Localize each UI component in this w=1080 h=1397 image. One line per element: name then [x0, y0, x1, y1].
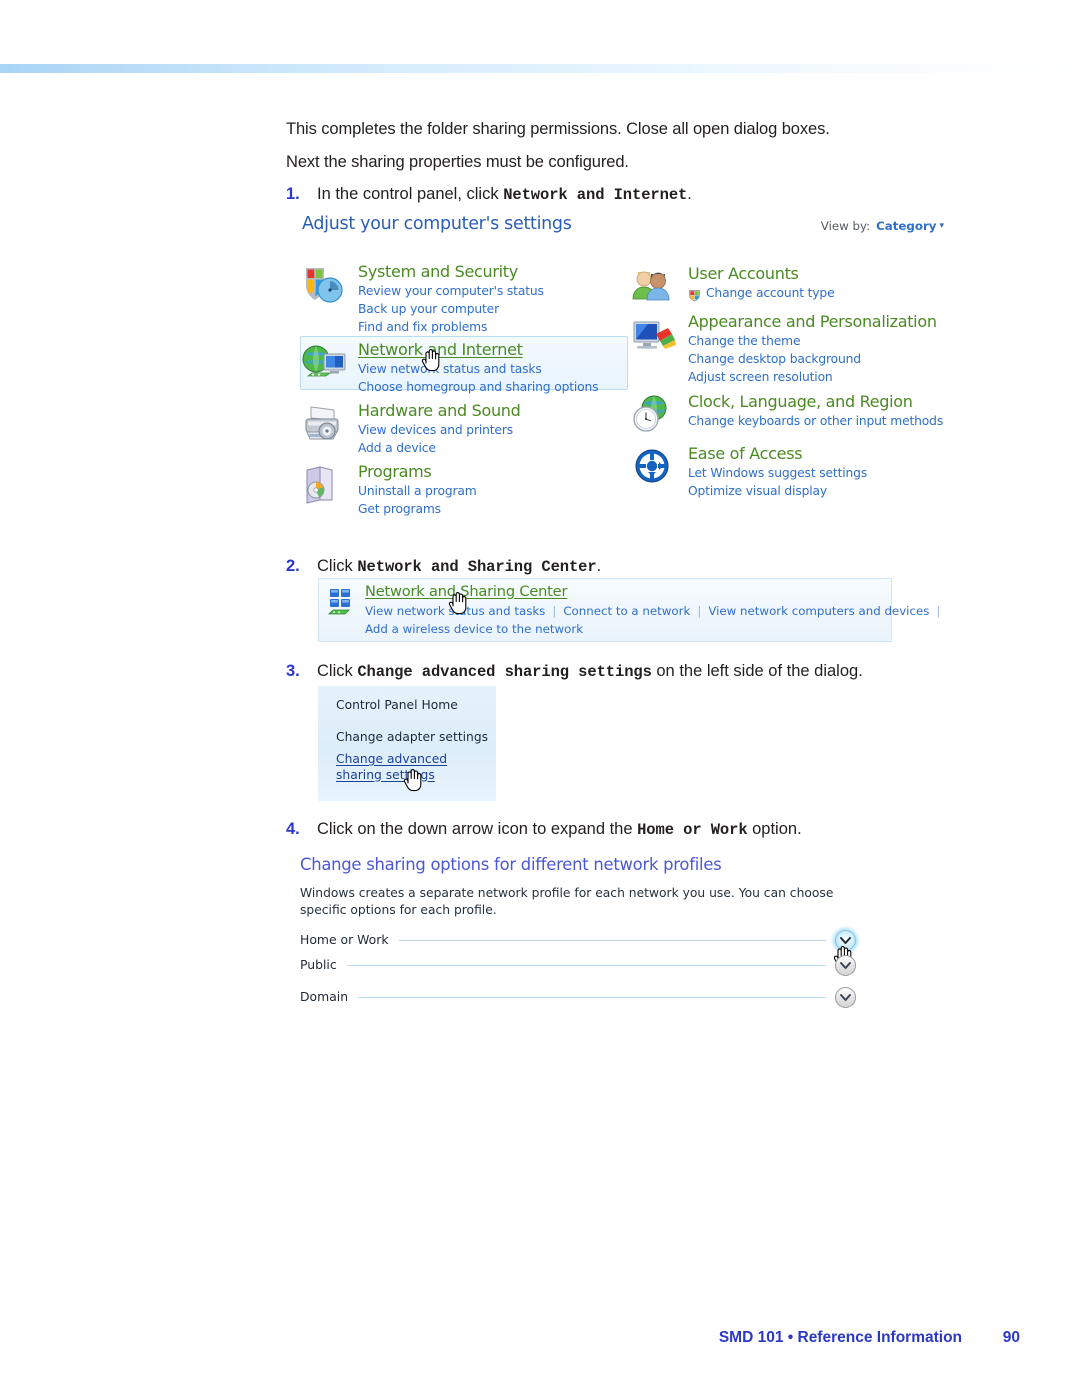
sidebar-item-change-advanced-sharing-settings[interactable]: Change advanced sharing settings: [336, 752, 486, 783]
profile-label: Home or Work: [300, 932, 389, 947]
advanced-sharing-description: Windows creates a separate network profi…: [300, 886, 834, 917]
category-link[interactable]: Choose homegroup and sharing options: [358, 380, 599, 394]
step-3: 3. Click Change advanced sharing settings…: [286, 661, 863, 682]
printer-icon: [300, 403, 350, 447]
category-link[interactable]: Let Windows suggest settings: [688, 466, 867, 480]
step-2-number: 2.: [286, 557, 300, 575]
network-tiles-icon: [327, 587, 361, 619]
category-heading[interactable]: System and Security: [358, 262, 518, 281]
chevron-down-icon: ▾: [939, 221, 944, 231]
category-link[interactable]: Change desktop background: [688, 352, 861, 366]
step-1-text-pre: In the control panel, click: [317, 185, 504, 203]
step-1-text-post: .: [687, 185, 692, 203]
category-heading[interactable]: Programs: [358, 462, 432, 481]
control-panel-title: Adjust your computer's settings: [302, 214, 572, 234]
category-link[interactable]: Back up your computer: [358, 302, 499, 316]
category-heading[interactable]: Appearance and Personalization: [688, 312, 937, 331]
step-4-number: 4.: [286, 820, 300, 838]
users-icon: [630, 266, 680, 310]
category-link[interactable]: Uninstall a program: [358, 484, 477, 498]
chevron-down-icon[interactable]: [835, 930, 856, 951]
chevron-down-icon[interactable]: [835, 955, 856, 976]
profile-row-home-or-work[interactable]: Home or Work: [300, 930, 856, 969]
control-panel-sidebar-screenshot: Control Panel Home Change adapter settin…: [318, 686, 496, 801]
uac-shield-icon: [688, 287, 701, 306]
profile-row-domain[interactable]: Domain: [300, 987, 856, 1011]
control-panel-screenshot: Adjust your computer's settings View by:…: [286, 208, 946, 518]
step-1: 1. In the control panel, click Network an…: [286, 184, 692, 205]
step-2-code: Network and Sharing Center: [357, 558, 597, 576]
sidebar-item-control-panel-home[interactable]: Control Panel Home: [336, 698, 458, 712]
step-4-text-post: option.: [747, 820, 802, 838]
view-by-value: Category: [876, 219, 937, 233]
step-3-number: 3.: [286, 662, 300, 680]
category-heading[interactable]: User Accounts: [688, 264, 799, 283]
category-link[interactable]: Adjust screen resolution: [688, 370, 833, 384]
step-3-text-pre: Click: [317, 662, 358, 680]
sidebar-item-change-adapter-settings[interactable]: Change adapter settings: [336, 730, 488, 744]
step-1-number: 1.: [286, 185, 300, 203]
network-sharing-center-task-row-2: Add a wireless device to the network: [365, 622, 583, 636]
task-link[interactable]: View network status and tasks: [365, 604, 545, 618]
category-link[interactable]: View devices and printers: [358, 423, 513, 437]
advanced-sharing-title: Change sharing options for different net…: [300, 855, 722, 874]
category-heading[interactable]: Network and Internet: [358, 340, 523, 359]
program-box-icon: [300, 464, 350, 508]
sidebar-link-label: Change advanced sharing settings: [336, 752, 448, 782]
chevron-down-icon[interactable]: [835, 987, 856, 1008]
step-2-text-post: .: [596, 557, 602, 575]
network-sharing-center-link[interactable]: Network and Sharing Center: [365, 583, 567, 600]
page-footer: SMD 101 • Reference Information 90: [0, 1329, 1080, 1353]
category-link[interactable]: Find and fix problems: [358, 320, 487, 334]
category-link[interactable]: Change account type: [706, 286, 835, 300]
footer-page-number: 90: [1002, 1329, 1020, 1346]
globe-and-monitor-icon: [300, 342, 350, 386]
view-by-control[interactable]: View by: Category ▾: [821, 219, 944, 233]
task-link[interactable]: Connect to a network: [563, 604, 690, 618]
category-link[interactable]: Get programs: [358, 502, 441, 516]
separator: |: [552, 604, 557, 618]
step-4-text-pre: Click on the down arrow icon to expand t…: [317, 820, 638, 838]
monitor-palette-icon: [630, 314, 680, 358]
separator: |: [936, 604, 941, 618]
step-4: 4. Click on the down arrow icon to expand…: [286, 819, 802, 840]
profile-row-public[interactable]: Public: [300, 955, 856, 979]
task-link[interactable]: Add a wireless device to the network: [365, 622, 583, 636]
step-2: 2. Click Network and Sharing Center.: [286, 556, 601, 577]
advanced-sharing-settings-screenshot: Change sharing options for different net…: [286, 855, 886, 1025]
category-link[interactable]: View network status and tasks: [358, 362, 542, 376]
category-link[interactable]: Review your computer's status: [358, 284, 544, 298]
category-link[interactable]: Change the theme: [688, 334, 801, 348]
step-1-code: Network and Internet: [503, 186, 688, 204]
document-page: This completes the folder sharing permis…: [0, 0, 1080, 1397]
intro-paragraph-1: This completes the folder sharing permis…: [286, 120, 830, 138]
category-heading[interactable]: Clock, Language, and Region: [688, 392, 913, 411]
step-4-code: Home or Work: [637, 821, 748, 839]
task-link[interactable]: View network computers and devices: [708, 604, 929, 618]
network-sharing-center-screenshot: Network and Sharing Center View network …: [318, 578, 940, 642]
category-link[interactable]: Change keyboards or other input methods: [688, 414, 943, 428]
clock-globe-icon: [630, 394, 680, 438]
separator: |: [697, 604, 702, 618]
profile-label: Public: [300, 957, 337, 972]
shield-and-clock-icon: [300, 264, 350, 308]
step-3-text-post: on the left side of the dialog.: [651, 662, 863, 680]
category-link[interactable]: Optimize visual display: [688, 484, 827, 498]
category-heading[interactable]: Ease of Access: [688, 444, 803, 463]
ease-of-access-icon: [630, 446, 680, 490]
view-by-label: View by:: [820, 219, 871, 233]
network-sharing-center-task-row-1: View network status and tasks | Connect to…: [365, 604, 947, 618]
footer-title: SMD 101 • Reference Information: [718, 1329, 962, 1346]
category-heading[interactable]: Hardware and Sound: [358, 401, 521, 420]
step-3-code: Change advanced sharing settings: [357, 663, 652, 681]
step-2-text-pre: Click: [317, 557, 358, 575]
intro-paragraph-2: Next the sharing properties must be conf…: [286, 153, 629, 171]
category-link[interactable]: Add a device: [358, 441, 436, 455]
profile-label: Domain: [300, 989, 349, 1004]
